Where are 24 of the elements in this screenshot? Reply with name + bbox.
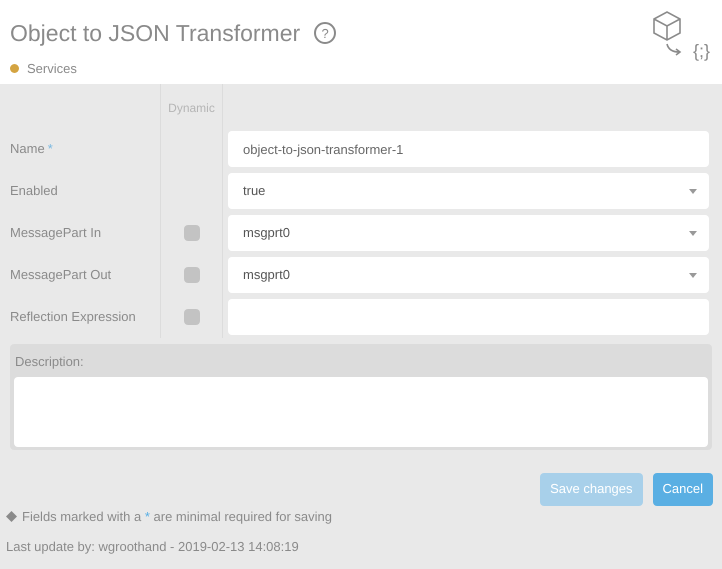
- field-label: MessagePart In: [10, 224, 102, 242]
- dynamic-checkbox[interactable]: [184, 309, 200, 325]
- help-button[interactable]: ?: [314, 22, 336, 44]
- last-update-text: Last update by: wgroothand - 2019-02-13 14:08:19: [5, 538, 300, 556]
- description-field[interactable]: [14, 376, 708, 446]
- category-label: Services: [27, 60, 77, 78]
- json-braces-logo: {;}: [692, 40, 710, 63]
- caret-icon: [689, 230, 697, 236]
- field-label: Reflection Expression: [10, 308, 136, 326]
- page-title: Object to JSON Transformer: [10, 19, 300, 48]
- dynamic-checkbox[interactable]: [184, 225, 200, 241]
- required-note: Fields marked with a * are minimal required for saving: [22, 508, 332, 526]
- caret-icon: [689, 272, 697, 278]
- field-label: Enabled: [10, 182, 58, 200]
- field-label: MessagePart Out: [10, 266, 112, 284]
- text-field[interactable]: object-to-json-transformer-1: [228, 131, 709, 167]
- diamond-icon: [6, 510, 17, 522]
- caret-icon: [689, 188, 697, 194]
- select-field[interactable]: true: [228, 173, 709, 209]
- field-label: Name *: [10, 140, 53, 158]
- select-field[interactable]: msgprt0: [228, 215, 709, 251]
- dynamic-checkbox[interactable]: [184, 267, 200, 283]
- description-label: Description:: [15, 353, 85, 371]
- select-field[interactable]: msgprt0: [228, 257, 709, 293]
